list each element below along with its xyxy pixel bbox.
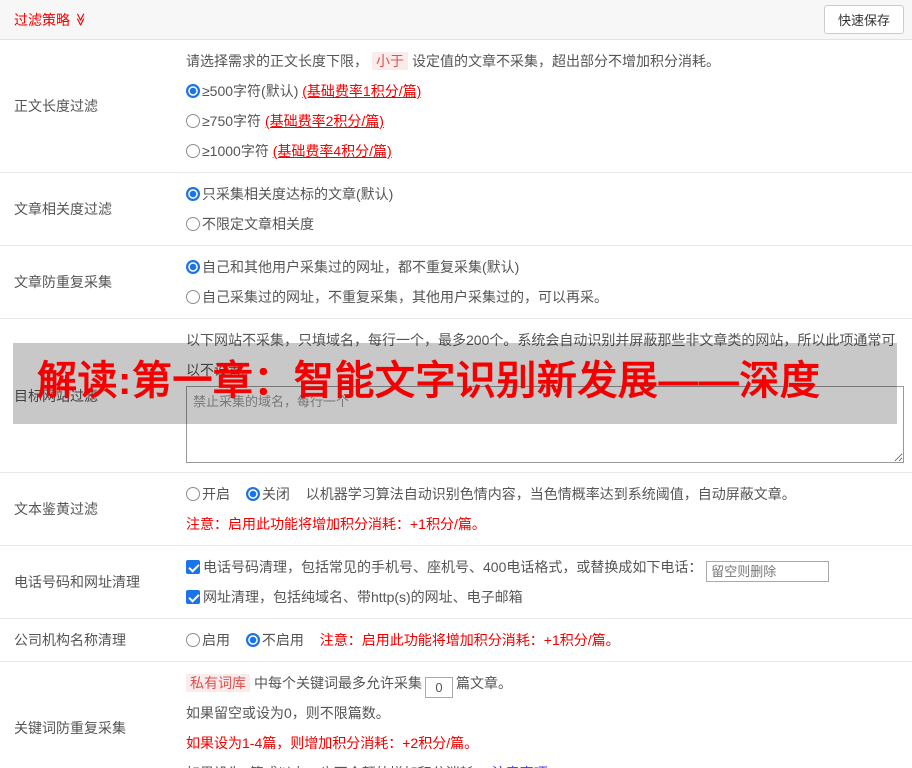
quick-save-button[interactable]: 快速保存 bbox=[823, 5, 904, 34]
private-thesaurus-tag: 私有词库 bbox=[186, 674, 250, 692]
radio-selected-icon[interactable] bbox=[245, 633, 260, 647]
less-than-tag: 小于 bbox=[372, 52, 408, 70]
row-relevance-filter: 文章相关度过滤 只采集相关度达标的文章(默认) 不限定文章相关度 bbox=[0, 173, 912, 246]
target-site-intro: 以下网站不采集，只填域名，每行一个，最多200个。系统会自动识别并屏蔽那些非文章… bbox=[186, 332, 896, 378]
keyword-limit-line: 私有词库中每个关键词最多允许采集篇文章。 bbox=[186, 668, 904, 698]
radio-unselected-icon[interactable] bbox=[186, 217, 200, 231]
replacement-phone-input[interactable] bbox=[706, 561, 830, 582]
porn-option-on[interactable]: 开启 bbox=[186, 486, 230, 502]
porn-option-off[interactable]: 关闭 bbox=[245, 486, 290, 502]
relevance-option-strict[interactable]: 只采集相关度达标的文章(默认) bbox=[186, 179, 904, 209]
relevance-filter-label: 文章相关度过滤 bbox=[14, 201, 112, 217]
company-option-enable[interactable]: 启用 bbox=[186, 632, 230, 648]
url-cleanup-option[interactable]: 网址清理，包括纯域名、带http(s)的网址、电子邮箱 bbox=[186, 582, 904, 612]
keyword-note-cost: 如果设为1-4篇，则增加积分消耗：+2积分/篇。 bbox=[186, 735, 479, 751]
row-porn-filter: 文本鉴黄过滤 开启 关闭 以机器学习算法自动识别色情内容，当色情概率达到系统阈值… bbox=[0, 473, 912, 546]
chevron-double-down-icon: ≫ bbox=[73, 12, 89, 27]
company-cleanup-label: 公司机构名称清理 bbox=[14, 632, 126, 648]
row-phone-url-cleanup: 电话号码和网址清理 电话号码清理，包括常见的手机号、座机号、400电话格式，或替… bbox=[0, 546, 912, 619]
blocked-domains-textarea[interactable] bbox=[186, 386, 904, 463]
top-bar: 过滤策略 ≫ 快速保存 bbox=[0, 0, 912, 40]
row-target-site: 目标网站过滤 以下网站不采集，只填域名，每行一个，最多200个。系统会自动识别并… bbox=[0, 319, 912, 473]
row-length-filter: 正文长度过滤 请选择需求的正文长度下限， 小于 设定值的文章不采集，超出部分不增加积… bbox=[0, 40, 912, 173]
radio-unselected-icon[interactable] bbox=[186, 114, 200, 128]
porn-filter-label: 文本鉴黄过滤 bbox=[14, 501, 98, 517]
dedupe-option-all[interactable]: 自己和其他用户采集过的网址，都不重复采集(默认) bbox=[186, 252, 904, 282]
row-dedupe: 文章防重复采集 自己和其他用户采集过的网址，都不重复采集(默认) 自己采集过的网… bbox=[0, 246, 912, 319]
filter-strategy-header[interactable]: 过滤策略 ≫ bbox=[14, 10, 88, 30]
row-company-cleanup: 公司机构名称清理 启用 不启用 注意：启用此功能将增加积分消耗：+1积分/篇。 bbox=[0, 619, 912, 662]
radio-unselected-icon[interactable] bbox=[186, 633, 200, 647]
checkbox-checked-icon[interactable] bbox=[186, 590, 200, 604]
porn-filter-desc: 以机器学习算法自动识别色情内容，当色情概率达到系统阈值，自动屏蔽文章。 bbox=[305, 486, 796, 502]
keyword-dedupe-label: 关键词防重复采集 bbox=[14, 720, 126, 736]
max-articles-input[interactable] bbox=[425, 677, 453, 698]
dedupe-option-self[interactable]: 自己采集过的网址，不重复采集，其他用户采集过的，可以再采。 bbox=[186, 282, 904, 312]
radio-unselected-icon[interactable] bbox=[186, 290, 200, 304]
radio-selected-icon[interactable] bbox=[186, 187, 200, 201]
radio-selected-icon[interactable] bbox=[245, 487, 260, 501]
keyword-note-free: 如果设为5篇或以上，也不会额外增加积分消耗。 注意事项≫ bbox=[186, 758, 904, 768]
filter-strategy-title: 过滤策略 bbox=[14, 11, 70, 28]
length-filter-intro: 请选择需求的正文长度下限， 小于 设定值的文章不采集，超出部分不增加积分消耗。 bbox=[186, 52, 720, 70]
length-option-1000[interactable]: ≥1000字符 (基础费率4积分/篇) bbox=[186, 136, 904, 166]
phone-url-cleanup-label: 电话号码和网址清理 bbox=[14, 574, 140, 590]
checkbox-checked-icon[interactable] bbox=[186, 560, 200, 574]
relevance-option-any[interactable]: 不限定文章相关度 bbox=[186, 209, 904, 239]
radio-unselected-icon[interactable] bbox=[186, 487, 200, 501]
radio-selected-icon[interactable] bbox=[186, 260, 200, 274]
phone-cleanup-option[interactable]: 电话号码清理，包括常见的手机号、座机号、400电话格式，或替换成如下电话： bbox=[186, 552, 904, 582]
company-cleanup-note: 注意：启用此功能将增加积分消耗：+1积分/篇。 bbox=[319, 632, 620, 648]
radio-selected-icon[interactable] bbox=[186, 84, 200, 98]
keyword-note-unlimited: 如果留空或设为0，则不限篇数。 bbox=[186, 705, 390, 721]
porn-filter-note: 注意：启用此功能将增加积分消耗：+1积分/篇。 bbox=[186, 516, 486, 532]
dedupe-label: 文章防重复采集 bbox=[14, 274, 112, 290]
length-option-750[interactable]: ≥750字符 (基础费率2积分/篇) bbox=[186, 106, 904, 136]
rate-note: (基础费率1积分/篇) bbox=[302, 83, 422, 99]
length-filter-label: 正文长度过滤 bbox=[14, 98, 98, 114]
row-keyword-dedupe: 关键词防重复采集 私有词库中每个关键词最多允许采集篇文章。 如果留空或设为0，则… bbox=[0, 662, 912, 768]
radio-unselected-icon[interactable] bbox=[186, 144, 200, 158]
length-option-500[interactable]: ≥500字符(默认) (基础费率1积分/篇) bbox=[186, 76, 904, 106]
rate-note: (基础费率4积分/篇) bbox=[272, 143, 392, 159]
rate-note: (基础费率2积分/篇) bbox=[264, 113, 384, 129]
target-site-label: 目标网站过滤 bbox=[14, 387, 98, 404]
company-option-disable[interactable]: 不启用 bbox=[245, 632, 304, 648]
